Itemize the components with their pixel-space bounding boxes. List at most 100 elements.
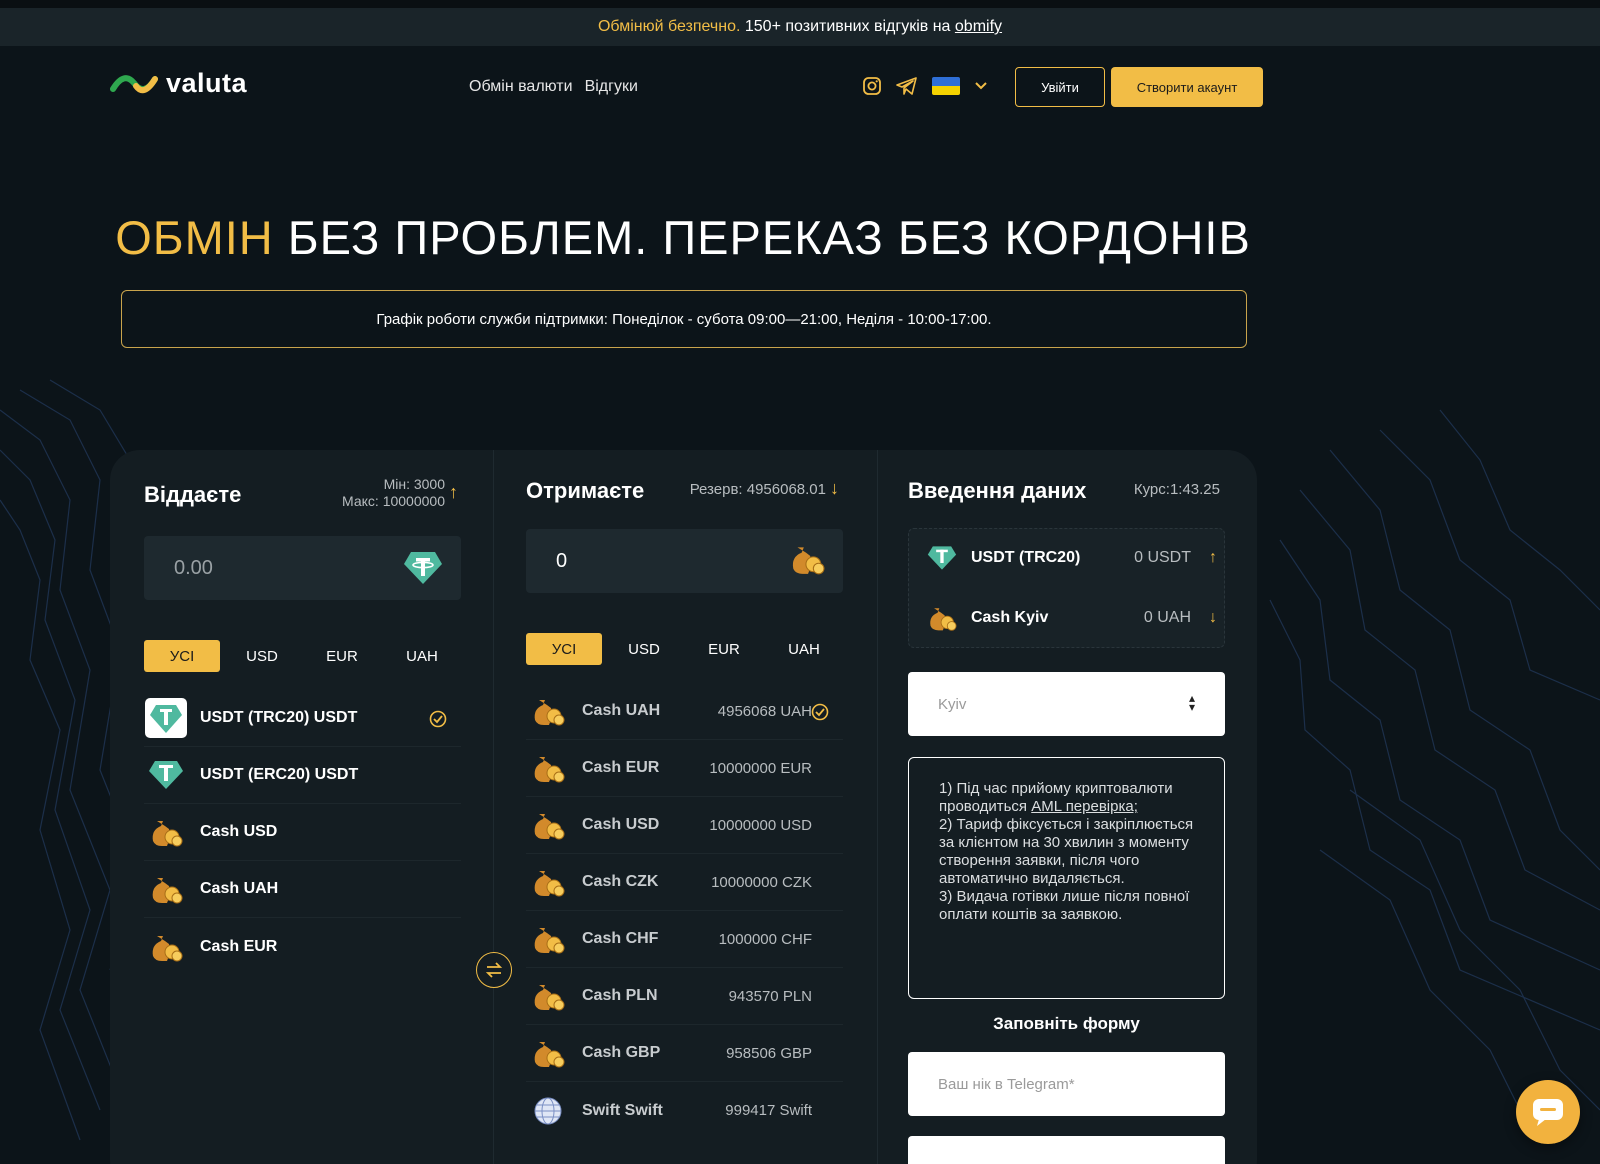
give-item-cash-usd[interactable]: Cash USD	[144, 804, 461, 861]
receive-item-name: Cash USD	[582, 816, 660, 833]
telegram-icon[interactable]	[896, 76, 918, 96]
form-title: Заповніть форму	[993, 1014, 1140, 1033]
give-item-label: Cash EUR	[200, 937, 278, 955]
receive-item-reserve: 1000000 CHF	[718, 930, 812, 948]
give-item-cash-uah[interactable]: Cash UAH	[144, 861, 461, 918]
banner-text: 150+ позитивних відгуків на	[740, 18, 955, 35]
receive-tab-eur[interactable]: EUR	[686, 633, 762, 665]
give-tab-all[interactable]: УСІ	[144, 640, 220, 672]
login-button[interactable]: Увійти	[1015, 67, 1105, 107]
give-tab-uah[interactable]: UAH	[384, 640, 460, 672]
globe-icon	[526, 1096, 570, 1126]
entry-title: Введення даних	[908, 478, 1087, 503]
give-amount-value: 0.00	[174, 556, 213, 579]
receive-tab-usd[interactable]: USD	[606, 633, 682, 665]
arrow-up-icon: ↑	[449, 482, 458, 502]
telegram-placeholder: Ваш нік в Telegram*	[938, 1075, 1075, 1093]
city-select[interactable]: Kyiv ▴ ▾	[908, 672, 1225, 736]
receive-item[interactable]: Cash CHF 1000000 CHF	[526, 911, 843, 968]
telegram-field[interactable]: Ваш нік в Telegram*	[908, 1052, 1225, 1116]
money-bag-icon	[792, 547, 825, 575]
receive-item-reserve: 10000000 USD	[709, 816, 812, 834]
money-bag-icon	[144, 932, 188, 962]
summary-to-value: 0 UAH	[1143, 609, 1192, 626]
receive-title: Отримаєте	[526, 478, 645, 503]
chat-button[interactable]	[1516, 1080, 1580, 1144]
give-limits: Мін: 3000 Макс: 10000000	[300, 476, 445, 510]
receive-item[interactable]: Cash UAH 4956068 UAH	[526, 683, 843, 740]
receive-item-reserve: 958506 GBP	[726, 1044, 812, 1062]
swap-button[interactable]	[476, 952, 512, 988]
receive-item[interactable]: Cash GBP 958506 GBP	[526, 1025, 843, 1082]
give-title: Віддаєте	[144, 482, 242, 507]
tether-icon	[404, 552, 442, 584]
receive-amount-value: 0	[556, 549, 568, 572]
receive-item[interactable]: Cash USD 10000000 USD	[526, 797, 843, 854]
top-strip	[0, 0, 1600, 8]
give-amount-input[interactable]: 0.00	[144, 536, 461, 600]
next-form-field[interactable]	[908, 1136, 1225, 1164]
receive-amount-input[interactable]: 0	[526, 529, 843, 593]
give-currency-list: USDT (TRC20) USDT USDT (ERC20) USDT Cash…	[144, 690, 461, 975]
rule-2-text: 2) Тариф фіксується і закріплюється за к…	[939, 816, 1194, 887]
receive-item-reserve: 943570 PLN	[728, 987, 812, 1005]
tether-icon	[144, 759, 188, 791]
receive-tab-uah[interactable]: UAH	[766, 633, 842, 665]
hero-title-rest: БЕЗ ПРОБЛЕМ. ПЕРЕКАЗ БЕЗ КОРДОНІВ	[273, 211, 1251, 264]
chevron-down-icon[interactable]	[974, 81, 988, 91]
money-bag-icon	[144, 817, 188, 847]
receive-item[interactable]: Cash EUR 10000000 EUR	[526, 740, 843, 797]
receive-item-reserve: 10000000 CZK	[711, 873, 812, 891]
banner-obmify-link[interactable]: obmify	[955, 18, 1002, 35]
receive-item-name: Cash PLN	[582, 987, 658, 1004]
give-tab-eur[interactable]: EUR	[304, 640, 380, 672]
money-bag-icon	[526, 1038, 570, 1068]
money-bag-icon	[526, 981, 570, 1011]
rule-3-text: 3) Видача готівки лише після повної опла…	[939, 888, 1190, 923]
give-item-usdt-erc20[interactable]: USDT (ERC20) USDT	[144, 747, 461, 804]
money-bag-icon	[144, 874, 188, 904]
arrow-down-icon: ↓	[1209, 609, 1218, 626]
give-item-usdt-trc20[interactable]: USDT (TRC20) USDT	[144, 690, 461, 747]
instagram-icon[interactable]	[862, 76, 882, 96]
nav-reviews[interactable]: Відгуки	[585, 78, 638, 96]
give-min: Мін: 3000	[383, 476, 445, 492]
exchange-rate: Курс:1:43.25	[1133, 481, 1220, 498]
ukraine-flag-icon[interactable]	[932, 77, 960, 95]
money-bag-icon	[930, 608, 957, 631]
summary-to: Cash Kyiv 0 UAH ↓	[927, 603, 1217, 633]
register-button[interactable]: Створити акаунт	[1111, 67, 1263, 107]
receive-item-name: Swift Swift	[582, 1101, 663, 1119]
exchange-rules: 1) Під час прийому криптовалюти проводит…	[908, 757, 1225, 999]
receive-item-reserve: 999417 Swift	[725, 1102, 812, 1119]
swap-arrows-icon	[485, 962, 503, 978]
tether-icon	[927, 546, 957, 570]
summary-from: USDT (TRC20) 0 USDT ↑	[927, 543, 1217, 573]
arrow-up-icon: ↑	[1209, 549, 1218, 566]
logo-text: valuta	[166, 68, 248, 98]
receive-filter-tabs: УСІ USD EUR UAH	[526, 633, 842, 665]
check-circle-icon	[811, 703, 829, 721]
give-item-label: Cash UAH	[200, 880, 279, 897]
nav-exchange[interactable]: Обмін валюти	[469, 78, 573, 96]
give-tab-usd[interactable]: USD	[224, 640, 300, 672]
money-bag-icon	[526, 867, 570, 897]
receive-item[interactable]: Cash PLN 943570 PLN	[526, 968, 843, 1025]
logo[interactable]: valuta	[110, 68, 247, 99]
money-bag-icon	[526, 696, 570, 726]
give-item-label: USDT (ERC20) USDT	[200, 766, 359, 783]
chat-icon	[1533, 1099, 1563, 1126]
receive-tab-all[interactable]: УСІ	[526, 633, 602, 665]
aml-link[interactable]: AML перевірка;	[1031, 798, 1138, 815]
receive-item[interactable]: Swift Swift 999417 Swift	[526, 1082, 843, 1139]
logo-icon	[110, 74, 158, 93]
support-hours-notice: Графік роботи служби підтримки: Понеділо…	[121, 290, 1247, 348]
receive-item-name: Cash EUR	[582, 759, 660, 776]
give-item-cash-eur[interactable]: Cash EUR	[144, 918, 461, 975]
receive-item[interactable]: Cash CZK 10000000 CZK	[526, 854, 843, 911]
hero-title-gold: ОБМІН	[115, 211, 274, 264]
banner-gold-text: Обмінюй безпечно.	[597, 18, 741, 35]
hero-title: ОБМІН БЕЗ ПРОБЛЕМ. ПЕРЕКАЗ БЕЗ КОРДОНІВ	[0, 210, 1366, 265]
receive-item-name: Cash UAH	[582, 702, 661, 719]
give-filter-tabs: УСІ USD EUR UAH	[144, 640, 460, 672]
